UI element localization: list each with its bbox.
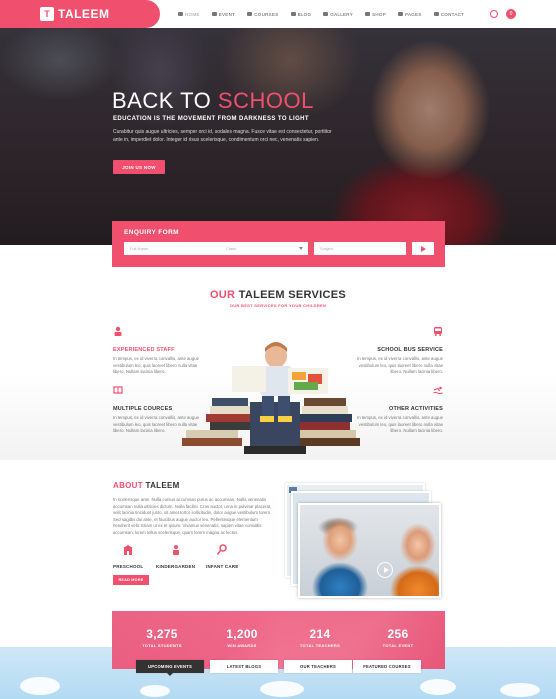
stat-number: 256 xyxy=(387,627,409,641)
tab-featured-courses[interactable]: FEATURED COURSES xyxy=(353,660,421,673)
services-title-pink: OUR xyxy=(209,289,236,301)
image-icon xyxy=(323,12,329,16)
hero-title: BACK TO SCHOOL xyxy=(112,88,314,114)
stat-total-event: 256 TOTAL EVENT xyxy=(358,627,438,648)
class-select-value: Class xyxy=(226,246,237,251)
nav-item-courses[interactable]: COURSES xyxy=(247,12,278,17)
subject-input[interactable]: Subject xyxy=(314,242,406,255)
feature-label: PRESCHOOL xyxy=(113,564,144,569)
tab-latest-blogs[interactable]: LATEST BLOGS xyxy=(210,660,278,673)
home-icon xyxy=(178,12,183,16)
cart-icon xyxy=(365,12,371,16)
feature-label: KINDERGARDEN xyxy=(156,564,196,569)
read-more-button[interactable]: READ MORE xyxy=(113,575,149,585)
nav-item-blog[interactable]: BLOG xyxy=(290,11,312,17)
bus-icon xyxy=(434,327,442,336)
nav-label: HOME xyxy=(185,11,200,17)
cloud-decoration xyxy=(500,683,540,697)
send-button[interactable] xyxy=(412,242,434,255)
hero-title-white: BACK TO xyxy=(112,88,218,113)
preschool-icon xyxy=(123,545,134,555)
stat-label: TOTAL EVENT xyxy=(382,643,414,648)
stat-label: TOTAL TEACHERS xyxy=(299,643,341,648)
nav-item-home[interactable]: HOME xyxy=(178,12,200,17)
brand-name: TALEEM xyxy=(58,7,110,21)
paper-plane-icon xyxy=(420,245,426,252)
logo-mark-icon: T xyxy=(40,7,54,21)
cart-badge-icon[interactable]: 0 xyxy=(506,9,516,19)
stat-label: TOTAL STUDENTS xyxy=(142,643,182,648)
nav-item-contact[interactable]: CONTACT xyxy=(433,11,465,17)
stat-number: 214 xyxy=(309,627,331,641)
tab-upcoming-events[interactable]: UPCOMING EVENTS xyxy=(136,660,204,676)
content-tabs: UPCOMING EVENTS LATEST BLOGS OUR TEACHER… xyxy=(0,660,556,676)
nav-label: BLOG xyxy=(297,11,312,17)
class-select[interactable]: Class xyxy=(220,242,308,255)
cloud-decoration xyxy=(20,677,60,695)
hero-paragraph: Curabitur quis augue ultricies, semper o… xyxy=(113,129,332,143)
nav-label: COURSES xyxy=(254,11,279,17)
enquiry-form: ENQUIRY FORM Full Name Class Subject xyxy=(112,221,445,267)
about-title-dark: TALEEM xyxy=(142,481,180,490)
logo[interactable]: T TALEEM xyxy=(0,0,160,28)
cloud-decoration xyxy=(260,681,304,697)
feature-infant-care: INFANT CARE xyxy=(206,543,238,569)
services-title: OUR TALEEM SERVICES xyxy=(0,289,556,301)
about-title: ABOUT TALEEM xyxy=(113,481,180,490)
hero-overlay xyxy=(0,0,556,245)
boy-reading-on-books-image xyxy=(182,342,360,454)
hero-subtitle: EDUCATION IS THE MOVEMENT FROM DARKNESS … xyxy=(113,116,309,122)
swimmer-icon xyxy=(433,386,443,395)
nav-item-pages[interactable]: PAGES xyxy=(398,12,422,17)
feature-preschool: PRESCHOOL xyxy=(113,543,143,569)
stat-total-teachers: 214 TOTAL TEACHERS xyxy=(280,627,360,648)
nav-label: SHOP xyxy=(372,11,387,17)
book-icon xyxy=(113,386,123,394)
nav-label: EVENT xyxy=(218,11,236,17)
services-subtitle: OUR BEST SERVICES FOR YOUR CHILDREN xyxy=(229,303,327,308)
infant-care-icon xyxy=(217,544,227,555)
stat-win-awards: 1,200 WIN AWARDS xyxy=(202,627,282,648)
pencil-icon xyxy=(290,12,296,16)
cloud-decoration xyxy=(140,685,170,697)
enquiry-title: ENQUIRY FORM xyxy=(124,229,179,236)
site-header: T TALEEM HOME EVENT COURSES BLOG GALLERY… xyxy=(0,0,556,28)
tab-our-teachers[interactable]: OUR TEACHERS xyxy=(284,660,352,673)
nav-label: CONTACT xyxy=(440,11,465,17)
files-icon xyxy=(398,12,404,16)
join-us-button[interactable]: JOIN US NOW xyxy=(113,160,165,174)
nav-label: PAGES xyxy=(405,11,422,17)
nav-item-event[interactable]: EVENT xyxy=(211,11,236,17)
stat-number: 1,200 xyxy=(226,627,258,641)
hero-title-pink: SCHOOL xyxy=(217,88,314,113)
main-nav: HOME EVENT COURSES BLOG GALLERY SHOP PAG… xyxy=(178,0,476,28)
stat-number: 3,275 xyxy=(146,627,178,641)
feature-kindergarten: KINDERGARDEN xyxy=(156,543,195,569)
about-video-thumbnail[interactable] xyxy=(298,503,441,598)
services-title-dark: TALEEM SERVICES xyxy=(235,289,347,301)
about-title-pink: ABOUT xyxy=(113,481,143,490)
stat-total-students: 3,275 TOTAL STUDENTS xyxy=(122,627,202,648)
cloud-decoration xyxy=(420,679,456,695)
hero-banner: BACK TO SCHOOL EDUCATION IS THE MOVEMENT… xyxy=(0,0,556,245)
about-paragraph: In scelerisque ante. Nulla cursus accums… xyxy=(113,497,272,535)
teacher-icon xyxy=(114,326,122,336)
nav-item-gallery[interactable]: GALLERY xyxy=(323,12,353,17)
full-name-input[interactable]: Full Name xyxy=(124,242,224,255)
about-photo-stack xyxy=(283,483,443,598)
calendar-icon xyxy=(211,12,217,16)
nav-label: GALLERY xyxy=(330,11,354,17)
feature-label: INFANT CARE xyxy=(206,564,239,569)
play-icon[interactable] xyxy=(377,562,393,578)
envelope-icon xyxy=(433,12,439,16)
nav-item-shop[interactable]: SHOP xyxy=(365,12,386,17)
graduation-cap-icon xyxy=(247,12,253,16)
stat-label: WIN AWARDS xyxy=(227,643,257,648)
kindergarten-icon xyxy=(172,545,179,555)
search-icon[interactable] xyxy=(490,10,498,18)
caret-down-icon xyxy=(299,247,303,250)
